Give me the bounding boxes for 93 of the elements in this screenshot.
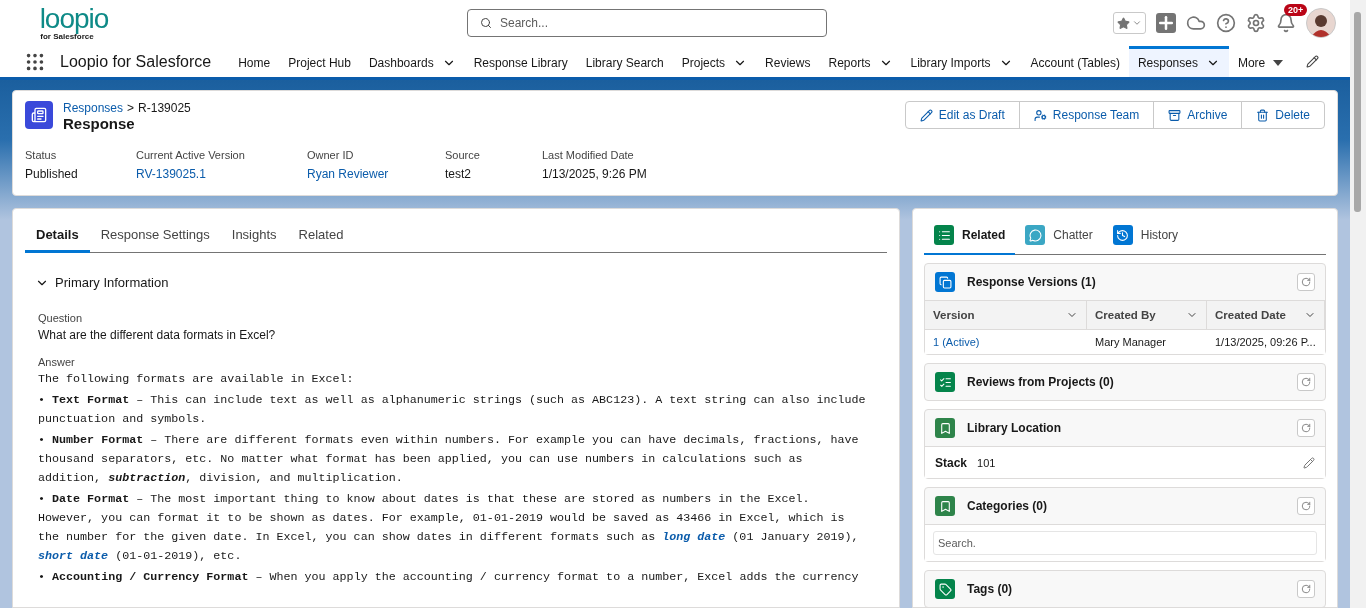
favorites-button[interactable]: [1113, 12, 1146, 34]
nav-tab[interactable]: Projects: [672, 46, 757, 77]
edit-icon[interactable]: [1306, 55, 1320, 68]
search-field[interactable]: Search...: [467, 9, 827, 37]
tab[interactable]: Chatter: [1015, 221, 1103, 255]
breadcrumb-separator: >: [127, 101, 135, 115]
nav-tab[interactable]: Reviews: [756, 46, 820, 77]
column-header[interactable]: Created Date: [1207, 301, 1325, 329]
field-label: Last Modified Date: [542, 149, 635, 161]
archive-icon: [1168, 108, 1182, 122]
nav-tab[interactable]: Account (Tables): [1021, 46, 1129, 77]
action-button[interactable]: Delete: [1241, 101, 1325, 129]
nav-tab[interactable]: Library Imports: [901, 46, 1022, 77]
action-button[interactable]: Edit as Draft: [904, 101, 1020, 129]
settings-icon[interactable]: [1246, 13, 1266, 33]
field-value: Published: [25, 167, 79, 181]
avatar[interactable]: [1306, 8, 1336, 38]
add-icon[interactable]: [1156, 13, 1176, 33]
column-header[interactable]: Version: [925, 301, 1087, 329]
refresh-icon: [1301, 501, 1311, 511]
table-cell-text: Mary Manager: [1094, 336, 1167, 348]
question-text: What are the different data formats in Excel?: [38, 328, 277, 342]
edit-icon[interactable]: [1303, 456, 1315, 469]
table-link[interactable]: 1 (Active): [925, 336, 1087, 348]
refresh-button[interactable]: [1297, 580, 1315, 598]
field-label: Answer: [38, 356, 76, 368]
nav-tab[interactable]: Response Library: [464, 46, 577, 77]
field-link[interactable]: RV-139025.1: [136, 167, 307, 181]
answer-paragraph: The following formats are available in Excel:: [38, 371, 355, 388]
search-icon: [480, 17, 492, 29]
refresh-icon: [1301, 377, 1311, 387]
help-icon[interactable]: [1216, 13, 1236, 33]
answer-paragraph: • Text Format – This can include text as well as alphanumeric strings (such as ABC123). A text string can also include punctuation and symbols.: [38, 392, 867, 428]
person-gear-icon: [1033, 108, 1047, 122]
refresh-button[interactable]: [1297, 419, 1315, 437]
breadcrumb-current: R-139025: [138, 101, 191, 115]
tab[interactable]: Related: [924, 221, 1016, 255]
chevron-icon: [1132, 18, 1142, 28]
cloud-icon[interactable]: [1186, 13, 1206, 33]
related-list-title[interactable]: Tags (0): [967, 582, 1013, 596]
star-icon: [1117, 16, 1130, 30]
related-list-title[interactable]: Categories (0): [967, 499, 1048, 513]
field-value: test2: [445, 167, 472, 181]
trash-icon: [1256, 108, 1270, 122]
tab[interactable]: Insights: [220, 221, 288, 253]
field-label: Source: [445, 149, 481, 161]
notification-count: 20+: [1284, 4, 1308, 16]
logo: loopio: [39, 5, 109, 32]
answer-link[interactable]: long date: [662, 530, 726, 544]
field-link[interactable]: Ryan Reviewer: [307, 167, 445, 181]
column-header[interactable]: Created By: [1087, 301, 1207, 329]
nav-tab[interactable]: Dashboards: [359, 46, 465, 77]
field-label: Question: [38, 312, 84, 324]
related-list-title[interactable]: Response Versions (1): [967, 275, 1096, 289]
field-label: Owner ID: [307, 149, 355, 161]
breadcrumb-link[interactable]: Responses: [63, 101, 124, 115]
field-label: Stack: [935, 455, 968, 470]
nav-tab[interactable]: Library Search: [576, 46, 673, 77]
record-icon: [25, 101, 53, 129]
related-list-title[interactable]: Reviews from Projects (0): [967, 375, 1114, 389]
nav-tab[interactable]: More: [1228, 46, 1293, 77]
answer-link[interactable]: short date: [38, 549, 109, 563]
related-list-title[interactable]: Library Location: [967, 421, 1061, 435]
field-label: Status: [25, 149, 58, 161]
tab[interactable]: Details: [25, 221, 90, 253]
action-button[interactable]: Response Team: [1018, 101, 1155, 129]
notifications-icon[interactable]: [1276, 13, 1296, 33]
record-title: Response: [63, 115, 135, 132]
tab[interactable]: Response Settings: [89, 221, 221, 253]
field-label: Current Active Version: [136, 149, 246, 161]
pencil-icon: [919, 108, 933, 122]
field-value: 101: [977, 456, 996, 469]
nav-tab[interactable]: Reports: [819, 46, 902, 77]
refresh-button[interactable]: [1297, 273, 1315, 291]
answer-paragraph: • Number Format – There are different formats even within numbers. For example you can have decimals, fractions, have thousand separators, etc. No matter what format has been applied, you can use numbers in calculations such as addition, subtraction, division, and multiplication.: [38, 432, 860, 487]
refresh-button[interactable]: [1297, 373, 1315, 391]
answer-paragraph: • Date Format – The most important thing to know about dates is that these are stored as numbers in the Excel. However, you can format it to be shown as dates. For example, 01-01-2019 would be saved as 43466 in Excel, which is the number for the given date. In Excel, you can show dates in different formats such as long date (01 January 2019), short date (01-01-2019), etc.: [38, 491, 860, 565]
nav-tab[interactable]: Responses: [1128, 46, 1229, 77]
action-button[interactable]: Archive: [1153, 101, 1243, 129]
nav-tab[interactable]: Project Hub: [279, 46, 360, 77]
section-title[interactable]: Primary Information: [55, 275, 169, 290]
refresh-icon: [1301, 277, 1311, 287]
caret-icon[interactable]: [1273, 60, 1284, 66]
field-value: 1/13/2025, 9:26 PM: [542, 167, 648, 181]
answer-paragraph: • Accounting / Currency Format – When you apply the accounting / currency format to a number, Excel adds the currency: [38, 569, 860, 586]
nav-tab[interactable]: Home: [229, 46, 280, 77]
refresh-icon: [1301, 423, 1311, 433]
table-cell-text: 1/13/2025, 09:26 P...: [1214, 336, 1317, 348]
app-name: Loopio for Salesforce: [60, 52, 212, 71]
tab[interactable]: History: [1102, 221, 1189, 255]
refresh-icon: [1301, 584, 1311, 594]
tab[interactable]: Related: [287, 221, 355, 253]
refresh-button[interactable]: [1297, 497, 1315, 515]
